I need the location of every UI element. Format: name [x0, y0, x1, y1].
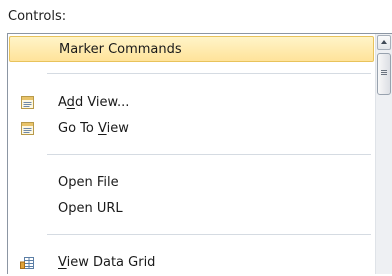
separator [47, 73, 371, 74]
controls-list[interactable]: Marker Commands Add View... Go To View O… [8, 34, 375, 274]
go-to-view-label: Go To View [58, 121, 129, 136]
open-url-item[interactable]: Open URL [9, 196, 374, 222]
controls-list-panel: Marker Commands Add View... Go To View O… [7, 33, 392, 274]
open-url-label: Open URL [58, 201, 123, 216]
marker-commands-item[interactable]: Marker Commands [9, 36, 374, 62]
view-data-grid-item[interactable]: View Data Grid [9, 250, 374, 276]
go-to-view-item[interactable]: Go To View [9, 116, 374, 142]
open-file-label: Open File [58, 175, 119, 190]
go-to-view-icon [21, 122, 34, 135]
add-view-label: Add View... [58, 95, 130, 110]
grip-line [381, 74, 387, 75]
marker-commands-label: Marker Commands [59, 42, 182, 57]
grip-line [381, 70, 387, 71]
separator [47, 154, 371, 155]
open-file-item[interactable]: Open File [9, 170, 374, 196]
grip-line [381, 72, 387, 73]
separator [47, 234, 371, 235]
controls-header: Controls: [8, 9, 67, 24]
scroll-thumb[interactable] [377, 53, 391, 95]
data-grid-icon [20, 257, 34, 269]
add-view-item[interactable]: Add View... [9, 90, 374, 116]
view-data-grid-label: View Data Grid [58, 255, 156, 270]
add-view-icon [21, 96, 34, 109]
vertical-scrollbar[interactable] [375, 34, 392, 274]
scroll-up-arrow-icon[interactable] [377, 35, 391, 50]
